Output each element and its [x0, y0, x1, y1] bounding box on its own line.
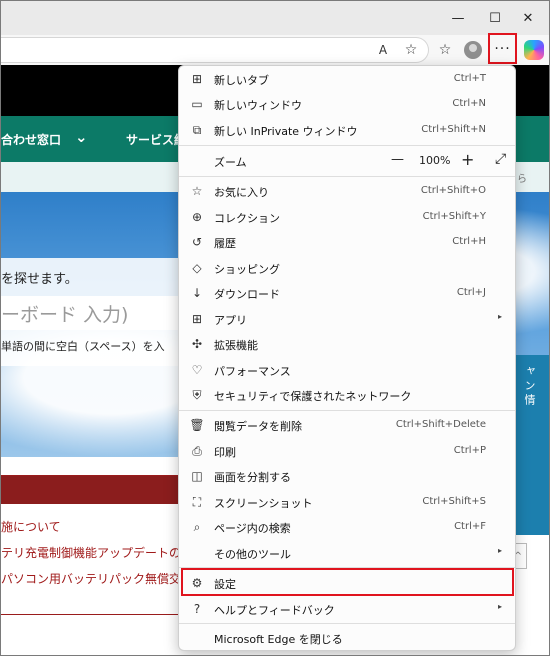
fullscreen-icon[interactable]: ⤢ — [495, 151, 506, 167]
menu-item-clear-browsing-data[interactable]: 🗑 閲覧データを削除 Ctrl+Shift+Delete — [183, 412, 512, 438]
menu-item-secure-network[interactable]: ⛨ セキュリティで保護されたネットワーク — [183, 382, 512, 408]
minimize-button[interactable]: — — [437, 1, 479, 35]
settings-and-more-button[interactable]: ··· — [488, 33, 517, 64]
notice-link[interactable]: 施について — [1, 518, 61, 535]
nav-item-contact[interactable]: 合わせ窓口 — [1, 131, 61, 148]
menu-item-print[interactable]: ⎙ 印刷 Ctrl+P — [183, 438, 512, 464]
zoom-out-button[interactable]: — — [391, 152, 404, 167]
shopping-icon: ◇ — [192, 261, 202, 275]
new-window-icon: ▭ — [191, 97, 203, 111]
chevron-right-icon: ▸ — [497, 602, 502, 611]
menu-item-new-window[interactable]: ▭ 新しいウィンドウ Ctrl+N — [183, 91, 512, 117]
help-icon: ? — [193, 602, 201, 616]
delete-data-icon: 🗑 — [189, 418, 205, 432]
settings-and-more-menu: ⊞ 新しいタブ Ctrl+T ▭ 新しいウィンドウ Ctrl+N ⧉ 新しい InPriv… — [178, 65, 516, 651]
menu-divider — [179, 145, 515, 146]
search-help-text: 単語の間に空白（スペース）を入 — [1, 340, 165, 353]
zoom-in-button[interactable]: + — [461, 150, 474, 169]
menu-item-close-edge[interactable]: Microsoft Edge を閉じる — [183, 625, 512, 651]
apps-icon: ⊞ — [191, 312, 203, 326]
favorites-bar-icon[interactable]: ☆ — [433, 39, 457, 61]
menu-divider — [179, 410, 515, 411]
read-aloud-icon[interactable]: A — [371, 39, 395, 61]
split-screen-icon: ◫ — [191, 469, 203, 483]
download-icon: ↓ — [191, 286, 203, 300]
menu-item-new-tab[interactable]: ⊞ 新しいタブ Ctrl+T — [183, 66, 512, 92]
find-icon: ⌕ — [193, 519, 201, 534]
menu-item-find-on-page[interactable]: ⌕ ページ内の検索 Ctrl+F — [183, 514, 512, 540]
settings-highlight-box — [181, 568, 514, 596]
notice-link[interactable]: パソコン用バッテリパック無償交 — [1, 570, 181, 587]
zoom-level: 100% — [419, 154, 451, 167]
menu-item-shopping[interactable]: ◇ ショッピング — [183, 255, 512, 281]
menu-item-extensions[interactable]: ✣ 拡張機能 — [183, 331, 512, 357]
print-icon: ⎙ — [192, 443, 202, 458]
avatar — [464, 41, 482, 59]
favorites-icon: ☆ — [191, 184, 203, 198]
close-icon: ✕ — [522, 10, 534, 26]
menu-item-apps[interactable]: ⊞ アプリ ▸ — [183, 306, 512, 332]
address-bar[interactable]: A ☆ — [1, 37, 429, 63]
menu-item-help-feedback[interactable]: ? ヘルプとフィードバック ▸ — [183, 596, 512, 622]
title-bar: — ☐ ✕ — [1, 1, 549, 35]
menu-item-screenshot[interactable]: ⛶ スクリーンショット Ctrl+Shift+S — [183, 489, 512, 515]
performance-icon: ♡ — [191, 363, 203, 377]
maximize-icon: ☐ — [489, 10, 501, 26]
inprivate-icon: ⧉ — [192, 122, 202, 137]
extensions-icon: ✣ — [191, 337, 203, 351]
menu-item-favorites[interactable]: ☆ お気に入り Ctrl+Shift+O — [183, 178, 512, 204]
menu-item-collections[interactable]: ⊕ コレクション Ctrl+Shift+Y — [183, 204, 512, 230]
toolbar: A ☆ ☆ — [1, 35, 549, 65]
nav-item-service[interactable]: サービス紹 — [126, 131, 186, 148]
chevron-right-icon: ▸ — [497, 312, 502, 321]
menu-item-performance[interactable]: ♡ パフォーマンス — [183, 357, 512, 383]
browser-window: — ☐ ✕ A ☆ ☆ ··· 合わせ窓口 ⌄ サービス紹 ら を探せます。 ー… — [0, 0, 550, 656]
notice-link[interactable]: テリ充電制御機能アップデートの — [1, 544, 181, 561]
profile-button[interactable] — [461, 39, 485, 61]
menu-divider — [179, 176, 515, 177]
new-tab-icon: ⊞ — [191, 72, 203, 86]
menu-item-more-tools[interactable]: その他のツール ▸ — [183, 540, 512, 566]
menu-item-zoom: ズーム — 100% + ⤢ — [214, 150, 507, 169]
menu-divider — [179, 623, 515, 624]
screenshot-icon: ⛶ — [192, 494, 202, 509]
menu-item-downloads[interactable]: ↓ ダウンロード Ctrl+J — [183, 280, 512, 306]
copilot-icon — [524, 40, 544, 60]
chevron-right-icon: ▸ — [497, 546, 502, 555]
search-title: を探せます。 — [1, 272, 78, 287]
add-favorite-icon[interactable]: ☆ — [399, 39, 423, 61]
collections-icon: ⊕ — [191, 210, 203, 224]
minimize-icon: — — [451, 10, 465, 26]
history-icon: ↺ — [191, 235, 203, 249]
close-button[interactable]: ✕ — [507, 1, 549, 35]
chevron-down-icon[interactable]: ⌄ — [75, 128, 88, 146]
menu-item-inprivate[interactable]: ⧉ 新しい InPrivate ウィンドウ Ctrl+Shift+N — [183, 117, 512, 143]
menu-item-history[interactable]: ↺ 履歴 Ctrl+H — [183, 229, 512, 255]
copilot-button[interactable] — [522, 39, 546, 61]
secure-network-icon: ⛨ — [192, 387, 202, 402]
menu-item-split-screen[interactable]: ◫ 画面を分割する — [183, 463, 512, 489]
